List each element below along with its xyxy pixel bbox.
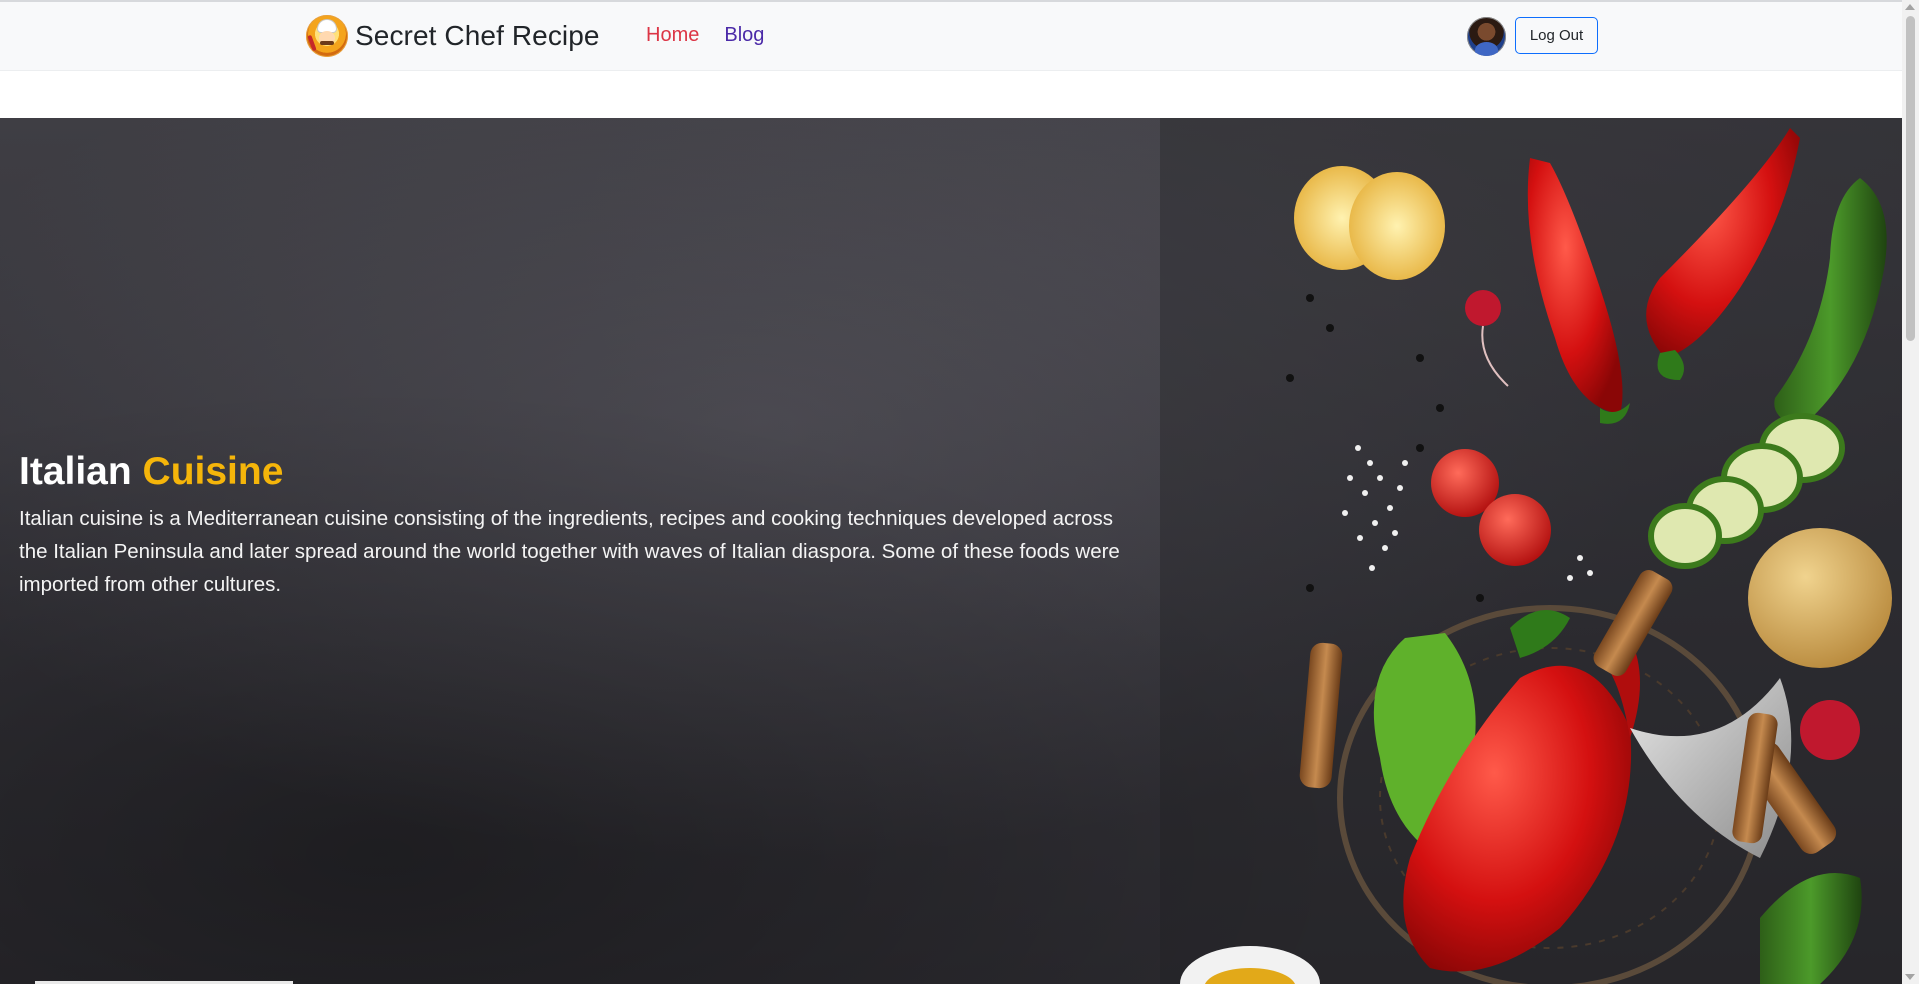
hero-banner: Italian Cuisine Italian cuisine is a Med… [0,118,1902,984]
scroll-down-arrow-icon[interactable] [1905,974,1915,980]
hero-description: Italian cuisine is a Mediterranean cuisi… [19,507,1120,596]
logout-button[interactable]: Log Out [1515,17,1598,54]
nav-link-home[interactable]: Home [646,24,699,47]
hero-text-block: Italian Cuisine Italian cuisine is a Med… [19,448,1129,601]
hero-title-accent: Cuisine [142,450,284,493]
nav-link-blog[interactable]: Blog [724,24,764,47]
hero-title-main: Italian [19,450,132,493]
hero-title: Italian Cuisine [19,448,1129,496]
top-navbar: Secret Chef Recipe Home Blog Log Out [0,2,1902,71]
scroll-up-arrow-icon[interactable] [1905,4,1915,10]
chef-logo-icon [306,15,348,57]
scrollbar-thumb[interactable] [1906,16,1915,341]
brand-link[interactable]: Secret Chef Recipe [306,14,600,58]
vegetables-image [1160,118,1902,984]
brand-name: Secret Chef Recipe [355,20,600,51]
user-avatar[interactable] [1467,17,1506,56]
nav-links: Home Blog [646,24,764,47]
vertical-scrollbar[interactable] [1902,0,1919,984]
